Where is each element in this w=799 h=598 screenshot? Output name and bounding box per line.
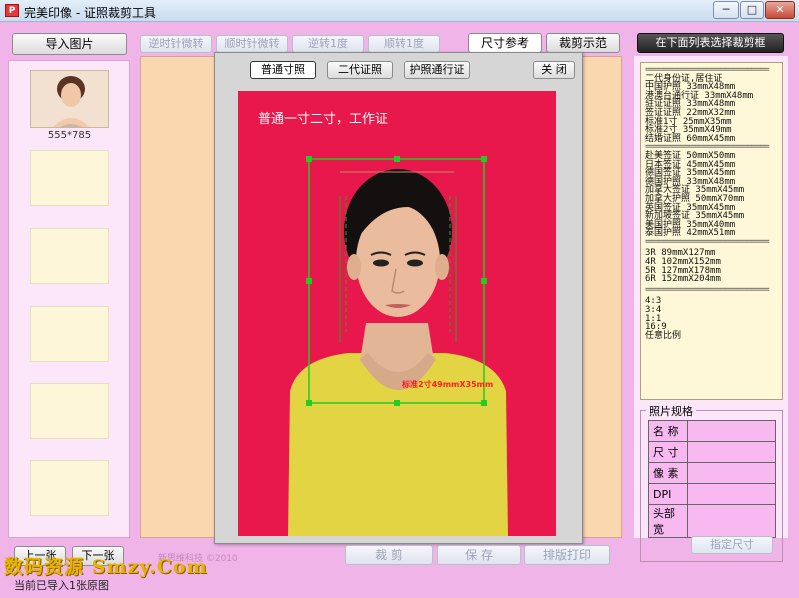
crop-size-label: 标准2寸49mmX35mm <box>402 380 494 389</box>
crop-handle <box>306 400 312 406</box>
crop-handle <box>394 400 400 406</box>
spec-label-dpi: DPI <box>648 483 688 505</box>
thumbnail-size-label: 555*785 <box>47 130 92 141</box>
close-window-button[interactable]: ✕ <box>765 1 795 19</box>
crop-handle <box>306 156 312 162</box>
maximize-button[interactable]: □ <box>740 1 764 19</box>
spec-label-pixels: 像 素 <box>648 462 688 484</box>
spec-separator: ============================ <box>645 237 770 247</box>
id-card-photo-button[interactable]: 二代证照 <box>327 61 393 79</box>
watermark: 数码资源 Smzy.Com <box>4 556 208 578</box>
app-icon: P <box>5 4 19 17</box>
crop-handle <box>481 156 487 162</box>
photo-spec-title: 照片规格 <box>646 403 696 419</box>
thumbnail-slot[interactable] <box>30 228 109 284</box>
select-crop-hint: 在下面列表选择裁剪框 <box>637 33 784 53</box>
photo-caption: 普通一寸二寸，工作证 <box>258 112 389 127</box>
save-button[interactable]: 保 存 <box>437 545 521 565</box>
spec-value-pixels <box>687 462 776 484</box>
passport-photo-button[interactable]: 护照通行证 <box>404 61 470 79</box>
spec-value-dpi <box>687 483 776 505</box>
thumbnail-slot[interactable] <box>30 460 109 516</box>
normal-photo-button[interactable]: 普通寸照 <box>250 61 316 79</box>
minimize-button[interactable]: ─ <box>713 1 739 19</box>
crop-handle <box>481 400 487 406</box>
crop-button[interactable]: 裁 剪 <box>345 545 433 565</box>
rotate-ccw-1deg-button[interactable]: 逆转1度 <box>292 35 364 53</box>
size-spec-list[interactable]: ============================ 二代身份证,居住证 中… <box>640 62 783 400</box>
import-image-button[interactable]: 导入图片 <box>12 33 127 55</box>
spec-item[interactable]: 3:4 <box>645 306 778 315</box>
tab-crop-demo[interactable]: 裁剪示范 <box>546 33 620 53</box>
photo-spec-table: 名 称 尺 寸 像 素 DPI 头部宽 <box>648 420 776 538</box>
spec-item[interactable]: 结婚证照 60mmX45mm <box>645 134 778 144</box>
spec-value-head-width <box>687 504 776 538</box>
spec-separator: ============================ <box>645 285 770 295</box>
rotate-cw-fine-button[interactable]: 顺时针微转 <box>216 35 288 53</box>
rotate-ccw-fine-button[interactable]: 逆时针微转 <box>140 35 212 53</box>
thumbnail-slot[interactable] <box>30 383 109 439</box>
spec-item[interactable]: 6R 152mmX204mm <box>645 275 778 284</box>
thumbnail-image[interactable] <box>30 70 109 128</box>
thumbnail-slot[interactable] <box>30 306 109 362</box>
status-text: 当前已导入1张原图 <box>14 579 109 592</box>
dialog-close-button[interactable]: 关 闭 <box>533 61 575 79</box>
window-title: 完美印像 - 证照裁剪工具 <box>24 6 156 20</box>
tab-size-reference[interactable]: 尺寸参考 <box>468 33 542 53</box>
layout-print-button[interactable]: 排版打印 <box>524 545 610 565</box>
crop-frame[interactable] <box>300 152 496 410</box>
rotate-cw-1deg-button[interactable]: 顺转1度 <box>368 35 440 53</box>
spec-value-size <box>687 441 776 463</box>
spec-label-head-width: 头部宽 <box>648 504 688 538</box>
thumbnail-photo <box>31 71 108 127</box>
crop-handle <box>394 156 400 162</box>
spec-value-name <box>687 420 776 442</box>
spec-label-name: 名 称 <box>648 420 688 442</box>
apply-size-button[interactable]: 指定尺寸 <box>691 536 773 554</box>
crop-handle <box>306 278 312 284</box>
spec-item[interactable]: 4:3 <box>645 297 778 306</box>
spec-item[interactable]: 任意比例 <box>645 332 778 341</box>
spec-label-size: 尺 寸 <box>648 441 688 463</box>
crop-handle <box>481 278 487 284</box>
spec-item[interactable]: 泰国护照 42mmX51mm <box>645 229 778 238</box>
thumbnail-slot[interactable] <box>30 150 109 206</box>
